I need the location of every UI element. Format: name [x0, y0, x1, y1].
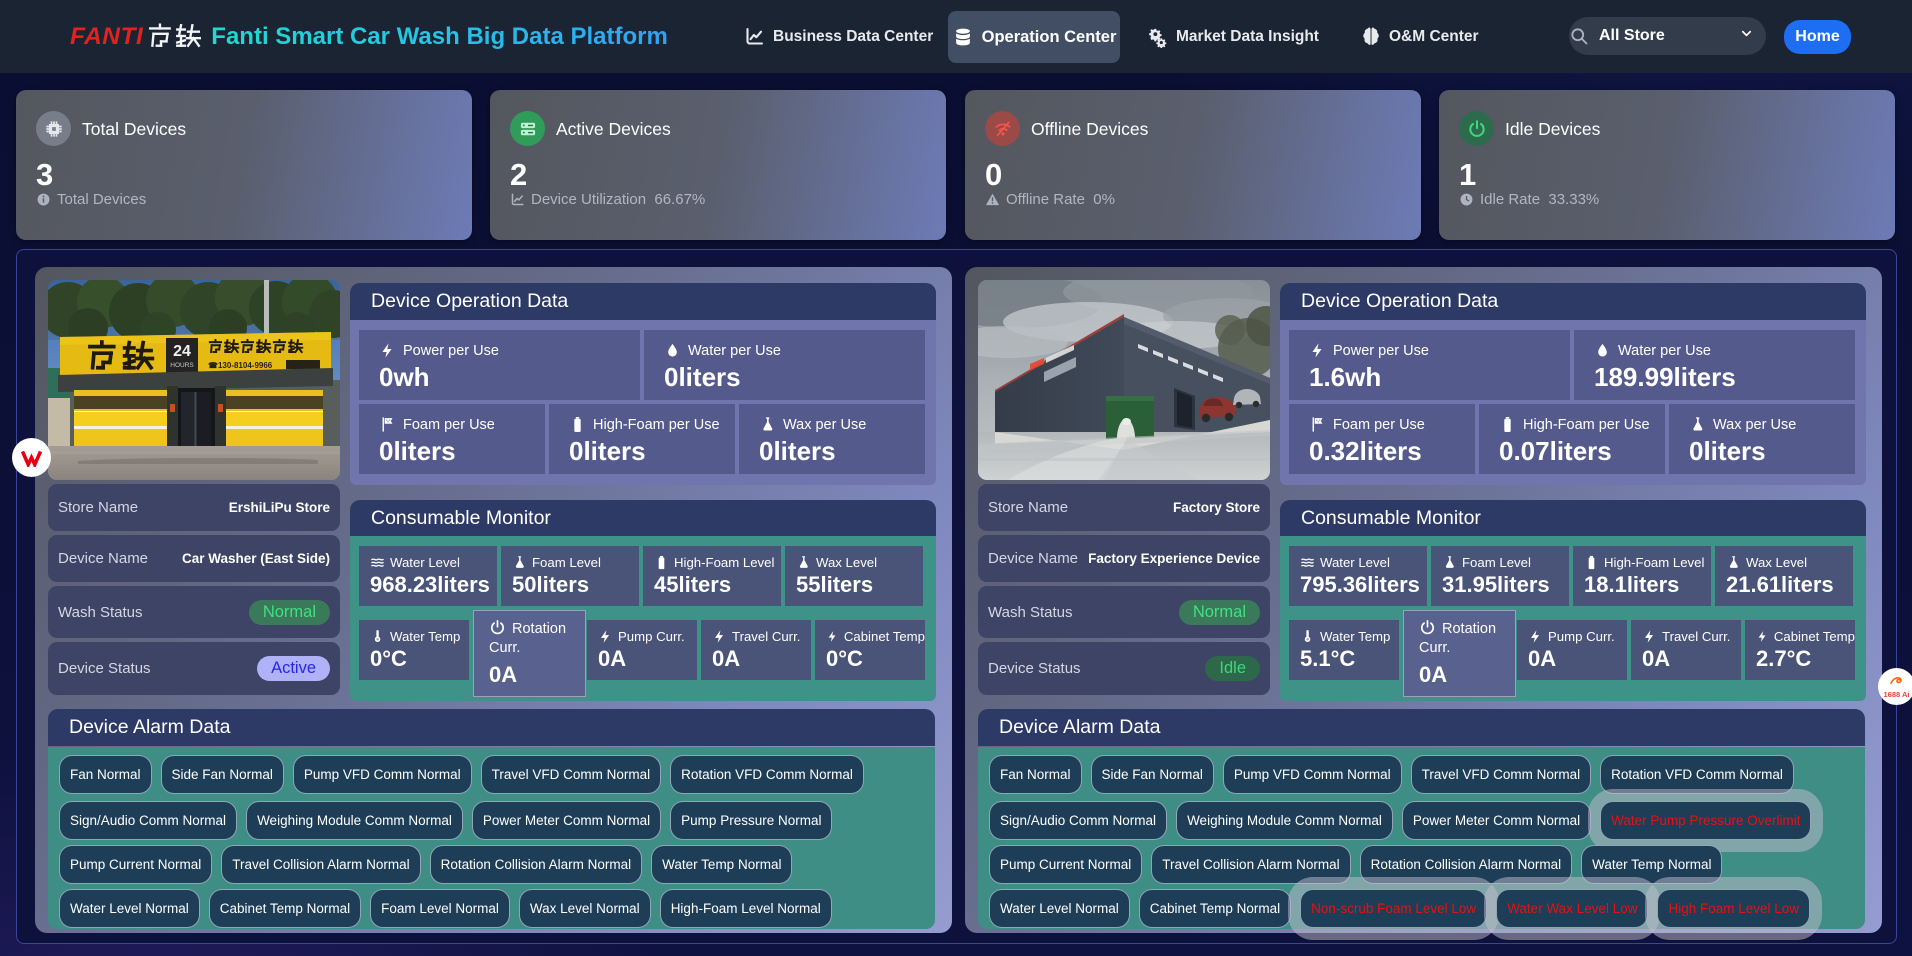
svg-text:24: 24: [173, 343, 191, 360]
svg-text:HOURS: HOURS: [170, 362, 194, 369]
svg-text:☎130-8104-9966: ☎130-8104-9966: [208, 361, 273, 370]
